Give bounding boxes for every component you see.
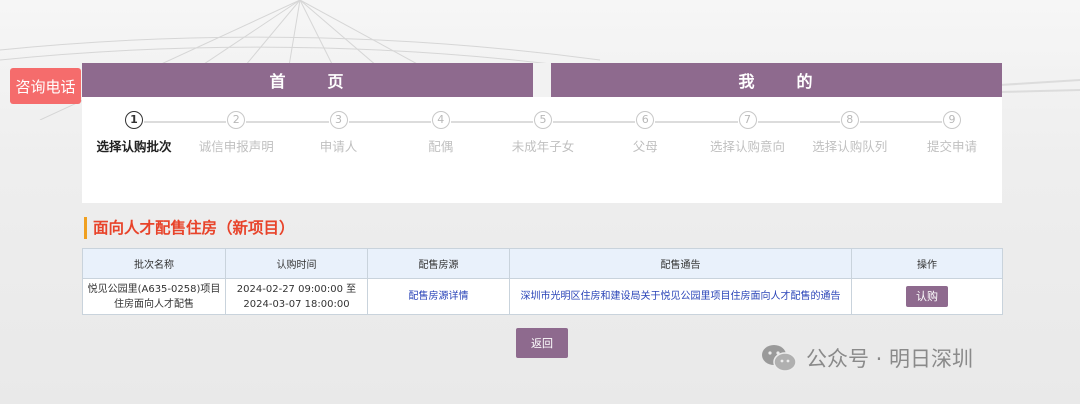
col-source: 配售房源 [367,248,510,279]
notice-link[interactable]: 深圳市光明区住房和建设局关于悦见公园里项目住房面向人才配售的通告 [509,278,852,315]
source-detail-link[interactable]: 配售房源详情 [367,278,510,315]
step-label: 诚信申报声明 [198,139,274,154]
step-9: 9 提交申请 [902,111,1002,155]
col-notice: 配售通告 [509,248,852,279]
nav-mine[interactable]: 我 的 [551,63,1002,97]
steps-panel: 1 选择认购批次 2 诚信申报声明 3 申请人 4 配偶 5 未成年子女 6 父母 7 选择认购意向 8 选择… [82,97,1002,203]
step-label: 未成年子女 [511,139,575,154]
step-4: 4 配偶 [391,111,491,155]
col-action: 操作 [851,248,1003,279]
step-7: 7 选择认购意向 [698,111,798,155]
step-label: 选择认购意向 [709,139,785,154]
batch-table: 批次名称 认购时间 配售房源 配售通告 操作 悦见公园里(A635-0258)项… [82,248,1003,315]
step-label: 父母 [632,139,658,154]
step-number: 8 [840,111,859,129]
step-label: 选择认购队列 [812,139,888,154]
nav-home[interactable]: 首 页 [82,63,533,97]
step-number: 2 [227,111,246,129]
hotline-button[interactable]: 咨询电话 [10,68,81,104]
step-label: 申请人 [319,139,358,154]
step-number: 5 [534,111,552,129]
step-number: 9 [943,111,961,129]
step-8: 8 选择认购队列 [800,111,900,155]
section-title: 面向人才配售住房（新项目） [84,217,295,239]
watermark: 公众号 · 明日深圳 [760,340,973,376]
step-3: 3 申请人 [289,111,389,155]
step-label: 选择认购批次 [96,139,172,154]
cell-time: 2024-02-27 09:00:00 至 2024-03-07 18:00:0… [225,278,368,315]
step-1: 1 选择认购批次 [84,111,184,155]
step-5: 5 未成年子女 [493,111,593,155]
table-row: 悦见公园里(A635-0258)项目住房面向人才配售 2024-02-27 09… [82,278,1003,315]
col-time: 认购时间 [225,248,368,279]
watermark-text: 公众号 · 明日深圳 [806,347,974,371]
step-number: 1 [125,111,143,129]
step-2: 2 诚信申报声明 [186,111,286,155]
subscribe-button[interactable]: 认购 [906,286,948,307]
step-number: 3 [329,111,348,129]
wechat-icon [762,345,797,372]
col-batch-name: 批次名称 [82,248,226,279]
step-number: 6 [636,111,655,129]
cell-batch-name: 悦见公园里(A635-0258)项目住房面向人才配售 [82,278,226,315]
step-label: 提交申请 [926,139,977,154]
step-number: 7 [738,111,757,129]
step-number: 4 [431,111,450,129]
step-label: 配偶 [428,139,454,154]
back-button[interactable]: 返回 [516,328,568,358]
cell-action: 认购 [851,278,1003,315]
table-header-row: 批次名称 认购时间 配售房源 配售通告 操作 [82,248,1003,279]
step-6: 6 父母 [595,111,695,155]
progress-steps: 1 选择认购批次 2 诚信申报声明 3 申请人 4 配偶 5 未成年子女 6 父母 7 选择认购意向 8 选择… [82,111,1002,171]
